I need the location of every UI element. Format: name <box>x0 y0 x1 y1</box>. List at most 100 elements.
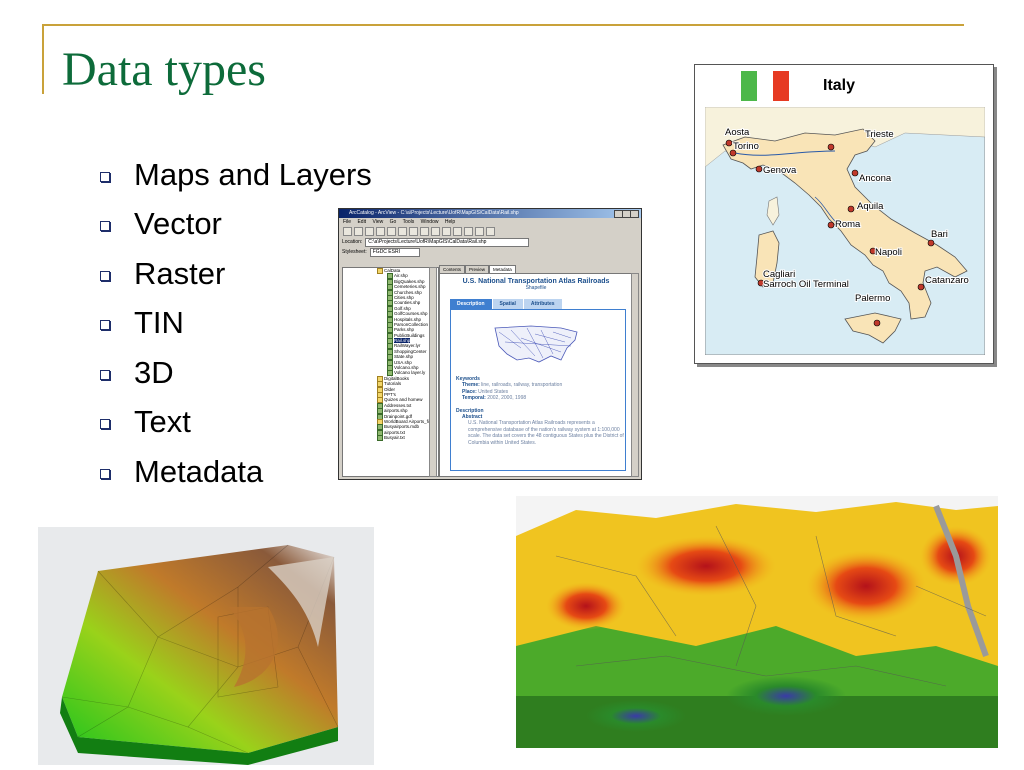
menu-view[interactable]: View <box>372 219 383 225</box>
map-caption: Italy <box>823 77 856 94</box>
menu-file[interactable]: File <box>343 219 351 225</box>
tree-item-label: State.shp <box>394 354 414 360</box>
city-label: Genova <box>763 165 797 176</box>
tree-item-label: Parks.shp <box>394 327 415 333</box>
menu-tools[interactable]: Tools <box>403 219 415 225</box>
toolbar-button-icon[interactable] <box>486 227 495 236</box>
bullet-text: Raster <box>134 255 226 291</box>
tree-item-label: GolfCourses.shp <box>394 311 428 317</box>
temporal-value: 2002, 2000, 1998 <box>487 395 527 402</box>
toolbar-button-icon[interactable] <box>354 227 363 236</box>
bullet-square-icon <box>100 270 110 281</box>
catalog-tree: CalData Air.shp BigQuakes.shp Cemeteries.sh… <box>342 267 439 477</box>
raster-drawing <box>516 496 998 748</box>
bullet-square-icon <box>100 320 110 331</box>
bullet-text: 3D <box>134 354 174 390</box>
stylesheet-label: Stylesheet: <box>342 249 367 255</box>
toolbar-button-icon[interactable] <box>453 227 462 236</box>
tab-contents[interactable]: Contents <box>439 265 466 273</box>
tree-item-label: Drainpoint.gdf <box>384 413 413 419</box>
place-label: Place: <box>462 388 477 395</box>
toolbar-button-icon[interactable] <box>398 227 407 236</box>
toolbar-button-icon[interactable] <box>442 227 451 236</box>
location-field[interactable]: C:\a\Projects\Lecture\UofR\MapGIS\CalDat… <box>365 237 530 247</box>
location-row: Location: C:\a\Projects\Lecture\UofR\Map… <box>339 237 641 247</box>
raster-africa-image <box>516 496 998 748</box>
italy-map-image: Italy Aosta Torino Trieste Genova Ancona <box>694 64 994 364</box>
close-icon[interactable] <box>630 210 639 218</box>
toolbar-button-icon[interactable] <box>387 227 396 236</box>
file-icon <box>377 435 383 442</box>
tree-item[interactable]: Busyair.txt <box>343 435 438 442</box>
theme-value: line, railroads, railway, transportation <box>481 382 563 389</box>
city-label: Sarroch Oil Terminal <box>763 279 849 290</box>
toolbar-button-icon[interactable] <box>343 227 352 236</box>
tab-metadata[interactable]: Metadata <box>489 265 516 273</box>
bullet-item: 3D <box>100 348 372 398</box>
bullet-text: Text <box>134 404 191 440</box>
slide-left-rule <box>42 24 44 94</box>
bullet-text: TIN <box>134 305 184 341</box>
bullet-item: Maps and Layers <box>100 150 372 200</box>
slide-title: Data types <box>62 43 266 96</box>
toolbar-button-icon[interactable] <box>464 227 473 236</box>
menu-window[interactable]: Window <box>421 219 439 225</box>
tree-item-label: Busyairports.mdb <box>384 424 420 430</box>
toolbar-button-icon[interactable] <box>431 227 440 236</box>
bullet-item: Raster <box>100 249 372 299</box>
abstract-text: U.S. National Transportation Atlas Railr… <box>468 420 624 446</box>
keywords-heading: Keywords <box>456 376 480 382</box>
temporal-label: Temporal: <box>462 395 486 402</box>
tree-item-label: Tutorials <box>384 381 402 387</box>
window-title: ArcCatalog - ArcView - C:\a\Projects\Lec… <box>349 210 519 216</box>
flag-red-stripe <box>773 71 789 101</box>
bullet-square-icon <box>100 369 110 380</box>
menu-bar: File Edit View Go Tools Window Help <box>339 218 641 226</box>
city-label: Ancona <box>859 173 892 184</box>
tab-description[interactable]: Description <box>450 299 492 309</box>
tin-drawing <box>60 544 339 765</box>
metadata-scrollbar[interactable] <box>631 273 639 477</box>
folder-icon <box>377 268 383 274</box>
menu-go[interactable]: Go <box>390 219 397 225</box>
tin-surface-image <box>38 527 374 765</box>
arccatalog-window: ArcCatalog - ArcView - C:\a\Projects\Lec… <box>338 208 642 480</box>
toolbar-button-icon[interactable] <box>365 227 374 236</box>
menu-edit[interactable]: Edit <box>357 219 366 225</box>
metadata-content: Keywords Theme: line, railroads, railway… <box>450 309 626 471</box>
metadata-title: U.S. National Transportation Atlas Railr… <box>462 278 610 285</box>
us-rail-thumbnail <box>494 325 578 363</box>
place-value: United States <box>478 388 509 395</box>
slide-top-rule <box>42 24 964 26</box>
city-label: Roma <box>835 219 861 230</box>
bullet-square-icon <box>100 171 110 182</box>
bullet-item: Metadata <box>100 447 372 497</box>
stylesheet-select[interactable]: FGDC ESRI <box>369 247 420 257</box>
abstract-heading: Abstract <box>462 414 483 421</box>
toolbar-button-icon[interactable] <box>475 227 484 236</box>
toolbar <box>339 226 641 237</box>
tab-attributes[interactable]: Attributes <box>523 299 562 309</box>
tab-spatial[interactable]: Spatial <box>492 299 523 309</box>
city-label: Napoli <box>875 247 902 258</box>
bullet-list: Maps and Layers Vector Raster TIN 3D Tex… <box>100 150 372 497</box>
bullet-item: Vector <box>100 200 372 250</box>
city-label: Aquila <box>857 201 884 212</box>
tree-scrollbar[interactable] <box>429 267 437 477</box>
city-label: Palermo <box>855 293 890 304</box>
city-label: Aosta <box>725 127 750 138</box>
menu-help[interactable]: Help <box>445 219 455 225</box>
keywords-block: Keywords Theme: line, railroads, railway… <box>456 376 626 446</box>
stylesheet-row: Stylesheet: FGDC ESRI <box>339 247 641 257</box>
toolbar-button-icon[interactable] <box>376 227 385 236</box>
tree-item-label: Counties.shp <box>394 300 421 306</box>
city-label: Catanzaro <box>925 275 969 286</box>
tab-preview[interactable]: Preview <box>465 265 490 273</box>
flag-green-stripe <box>741 71 757 101</box>
city-label: Torino <box>733 141 759 152</box>
metadata-panel: U.S. National Transportation Atlas Railr… <box>439 273 633 477</box>
bullet-square-icon <box>100 468 110 479</box>
arccatalog-titlebar: ArcCatalog - ArcView - C:\a\Projects\Lec… <box>339 209 641 218</box>
toolbar-button-icon[interactable] <box>420 227 429 236</box>
toolbar-button-icon[interactable] <box>409 227 418 236</box>
